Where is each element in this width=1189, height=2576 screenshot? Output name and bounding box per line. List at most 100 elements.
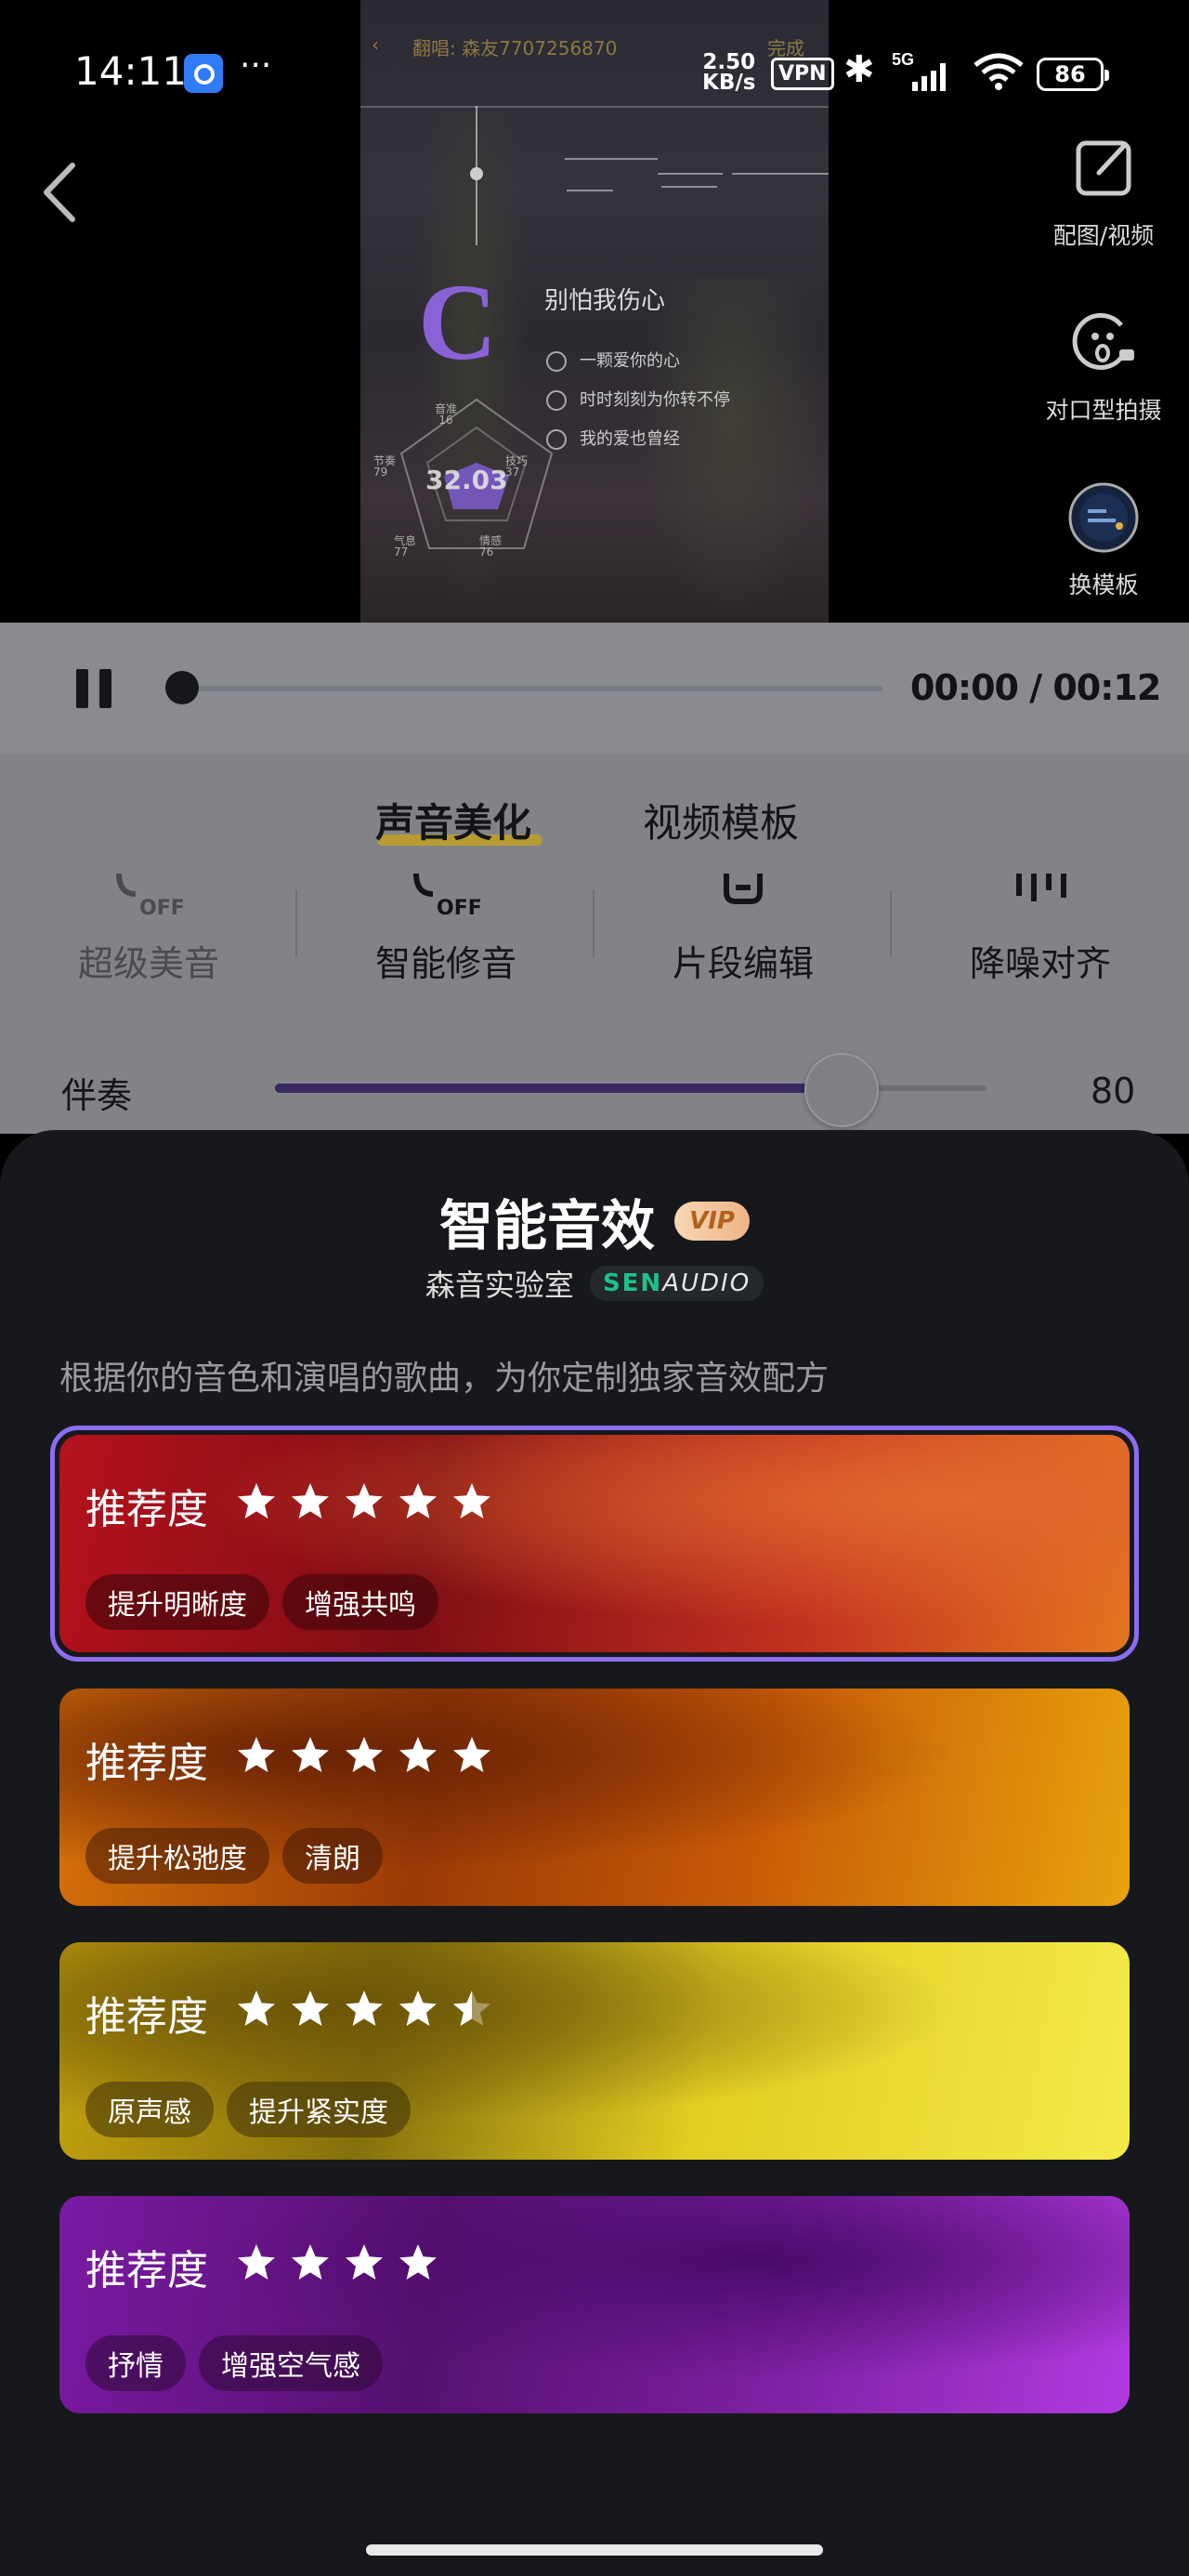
star-icon <box>346 1737 383 1772</box>
smart-tune-off-icon: OFF <box>413 874 482 920</box>
super-voice-off-icon: OFF <box>116 874 185 920</box>
effect-tag: 清朗 <box>282 1828 383 1884</box>
lyric-line: 一颗爱你的心 <box>546 348 680 372</box>
rating-stars <box>236 2242 451 2287</box>
playback-progress-track[interactable] <box>176 686 882 691</box>
home-indicator[interactable] <box>366 2544 823 2556</box>
lip-sync-icon <box>1072 312 1134 370</box>
side-action-label: 换模板 <box>1068 572 1139 598</box>
svg-text:5G: 5G <box>892 50 914 69</box>
effect-tag: 提升明晰度 <box>85 1574 269 1630</box>
lab-name: 森音实验室 <box>425 1268 574 1303</box>
effect-tag: 原声感 <box>85 2082 214 2137</box>
rating-stars <box>236 1989 505 2033</box>
battery-indicator: 86 <box>1037 58 1109 91</box>
accompaniment-slider-fill <box>275 1084 842 1093</box>
video-big-letter: C <box>418 261 498 383</box>
radar-label: 节奏 79 <box>373 454 397 479</box>
status-time: 14:11 <box>74 48 188 94</box>
recommend-label: 推荐度 <box>85 1486 208 1533</box>
current-time: 00:00 <box>910 667 1019 708</box>
effect-card[interactable]: 推荐度 提升明晰度 增强共鸣 <box>59 1435 1130 1652</box>
star-icon <box>292 2244 329 2280</box>
star-icon <box>292 1991 329 2026</box>
radar-label: 音准 16 <box>435 402 458 427</box>
tool-denoise-align[interactable]: 降噪对齐 <box>892 874 1189 986</box>
tool-smart-tune[interactable]: OFF 智能修音 <box>297 874 594 986</box>
lab-credit: 森音实验室 SENAUDIO <box>0 1262 1189 1305</box>
star-icon <box>292 1737 329 1772</box>
side-action-label: 配图/视频 <box>1052 222 1155 249</box>
denoise-align-icon <box>1016 874 1066 901</box>
video-preview[interactable]: ‹ 翻唱: 森友7707256870 完成 C 别怕我伤心 一颗爱你的心 时时刻… <box>360 0 829 623</box>
radar-label: 气息 77 <box>394 534 417 559</box>
side-action-label: 对口型拍摄 <box>1045 397 1162 424</box>
lyric-line: 时时刻刻为你转不停 <box>546 387 730 411</box>
add-image-video-button[interactable]: 配图/视频 <box>1011 132 1189 251</box>
tool-label: 智能修音 <box>374 943 516 984</box>
sheet-header: 智能音效 VIP <box>0 1182 1189 1260</box>
star-icon <box>238 1737 275 1772</box>
tool-super-voice[interactable]: OFF 超级美音 <box>0 874 297 986</box>
rating-stars <box>236 1481 505 1526</box>
star-icon <box>238 1991 275 2026</box>
sheet-title: 智能音效 <box>439 1194 656 1257</box>
template-icon <box>1068 482 1139 553</box>
network-speed: 2.50 KB/s <box>702 50 756 95</box>
radar-label: 技巧 37 <box>505 454 529 479</box>
playback-progress-knob[interactable] <box>165 671 199 704</box>
star-icon <box>399 2244 437 2280</box>
change-template-button[interactable]: 换模板 <box>1011 481 1189 600</box>
effect-tag: 提升松弛度 <box>85 1828 269 1884</box>
pitch-bar <box>565 158 658 160</box>
video-background <box>639 279 825 623</box>
star-icon <box>238 1483 275 1518</box>
recommend-label: 推荐度 <box>85 2247 208 2294</box>
effect-tag: 增强共鸣 <box>282 1574 438 1630</box>
tool-segment-edit[interactable]: 片段编辑 <box>594 874 892 986</box>
tab-voice-beautify[interactable]: 声音美化 <box>375 792 531 848</box>
accompaniment-label: 伴奏 <box>61 1075 133 1116</box>
senaudio-logo: SENAUDIO <box>589 1266 764 1301</box>
star-icon <box>453 1483 490 1518</box>
time-separator: / <box>1029 667 1042 708</box>
tool-label: 超级美音 <box>77 943 219 984</box>
svg-text:OFF: OFF <box>437 897 482 920</box>
cellular-signal-icon: 5G <box>892 50 946 91</box>
recommend-label: 推荐度 <box>85 1740 208 1787</box>
score-value: 32.03 <box>425 465 508 495</box>
star-icon <box>399 1991 437 2026</box>
tool-label: 降噪对齐 <box>969 943 1111 984</box>
accompaniment-slider-knob[interactable] <box>804 1053 879 1127</box>
star-icon <box>238 2244 275 2280</box>
back-button[interactable] <box>39 160 80 225</box>
wifi-icon <box>973 53 1024 90</box>
app-notification-icon <box>184 54 223 93</box>
pitch-bar <box>732 173 829 175</box>
accompaniment-value: 80 <box>1091 1071 1136 1111</box>
video-song-title: 别怕我伤心 <box>544 287 666 315</box>
pitch-bar <box>658 173 723 175</box>
lip-sync-button[interactable]: 对口型拍摄 <box>1011 307 1189 426</box>
vip-badge: VIP <box>674 1202 750 1241</box>
effect-card[interactable]: 推荐度 原声感 提升紧实度 <box>59 1942 1130 2160</box>
half-star-icon <box>453 1991 490 2026</box>
playback-time: 00:00 / 00:12 <box>910 667 1161 708</box>
recommend-label: 推荐度 <box>85 1993 208 2041</box>
segment-edit-icon <box>724 874 763 904</box>
total-time: 00:12 <box>1052 667 1161 708</box>
video-back-arrow-icon: ‹ <box>372 33 379 56</box>
tab-video-template[interactable]: 视频模板 <box>643 792 799 848</box>
edit-icon <box>1076 140 1131 196</box>
rating-stars <box>236 1735 505 1780</box>
star-icon <box>346 1483 383 1518</box>
vpn-badge: VPN <box>771 58 834 90</box>
star-icon <box>292 1483 329 1518</box>
pitch-bar <box>567 190 613 191</box>
star-icon <box>453 1737 490 1772</box>
effect-card[interactable]: 推荐度 提升松弛度 清朗 <box>59 1689 1130 1906</box>
effect-tag: 提升紧实度 <box>227 2082 411 2137</box>
pause-button[interactable] <box>74 669 113 708</box>
star-icon <box>346 2244 383 2280</box>
effect-card[interactable]: 推荐度 抒情 增强空气感 <box>59 2196 1130 2413</box>
